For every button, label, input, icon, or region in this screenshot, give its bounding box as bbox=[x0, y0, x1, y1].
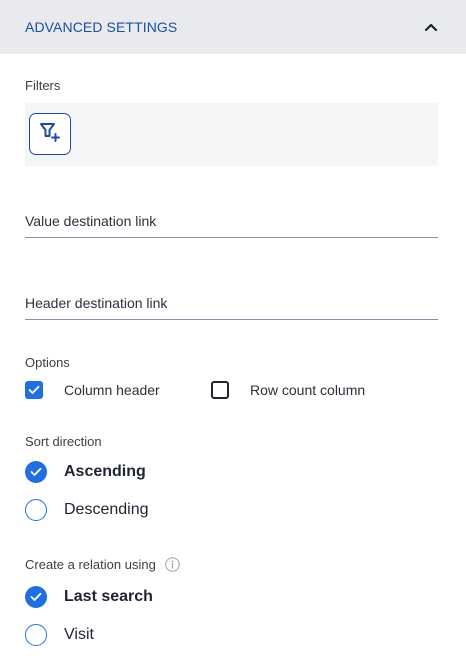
sort-direction-label: Sort direction bbox=[25, 434, 102, 449]
filters-label: Filters bbox=[25, 78, 61, 93]
filter-add-icon bbox=[37, 119, 63, 150]
last-search-radio[interactable] bbox=[25, 586, 47, 608]
header-destination-link-field[interactable]: Header destination link bbox=[25, 290, 438, 320]
value-destination-link-label: Value destination link bbox=[25, 213, 157, 229]
ascending-label: Ascending bbox=[64, 463, 146, 480]
row-count-column-label: Row count column bbox=[250, 382, 366, 398]
sort-ascending-option[interactable]: Ascending bbox=[25, 460, 146, 484]
header-destination-link-label: Header destination link bbox=[25, 295, 168, 311]
add-filter-button[interactable] bbox=[29, 113, 71, 155]
visit-label: Visit bbox=[64, 626, 94, 643]
column-header-label: Column header bbox=[64, 382, 160, 398]
info-icon[interactable] bbox=[165, 557, 180, 572]
sort-descending-option[interactable]: Descending bbox=[25, 498, 149, 522]
last-search-label: Last search bbox=[64, 588, 153, 605]
options-label: Options bbox=[25, 355, 70, 370]
advanced-settings-header[interactable]: ADVANCED SETTINGS bbox=[0, 0, 466, 54]
relation-last-search-option[interactable]: Last search bbox=[25, 585, 153, 609]
chevron-up-icon[interactable] bbox=[421, 17, 441, 37]
row-count-column-checkbox[interactable] bbox=[211, 381, 229, 399]
descending-label: Descending bbox=[64, 501, 149, 518]
column-header-checkbox[interactable] bbox=[25, 381, 43, 399]
descending-radio[interactable] bbox=[25, 499, 47, 521]
relation-label-group: Create a relation using bbox=[25, 557, 180, 572]
ascending-radio[interactable] bbox=[25, 461, 47, 483]
column-header-option[interactable]: Column header bbox=[25, 379, 160, 401]
value-destination-link-field[interactable]: Value destination link bbox=[25, 208, 438, 238]
advanced-settings-title: ADVANCED SETTINGS bbox=[25, 19, 178, 35]
create-relation-label: Create a relation using bbox=[25, 557, 156, 572]
relation-visit-option[interactable]: Visit bbox=[25, 623, 94, 647]
visit-radio[interactable] bbox=[25, 624, 47, 646]
row-count-column-option[interactable]: Row count column bbox=[211, 379, 365, 401]
filters-panel bbox=[25, 103, 438, 166]
